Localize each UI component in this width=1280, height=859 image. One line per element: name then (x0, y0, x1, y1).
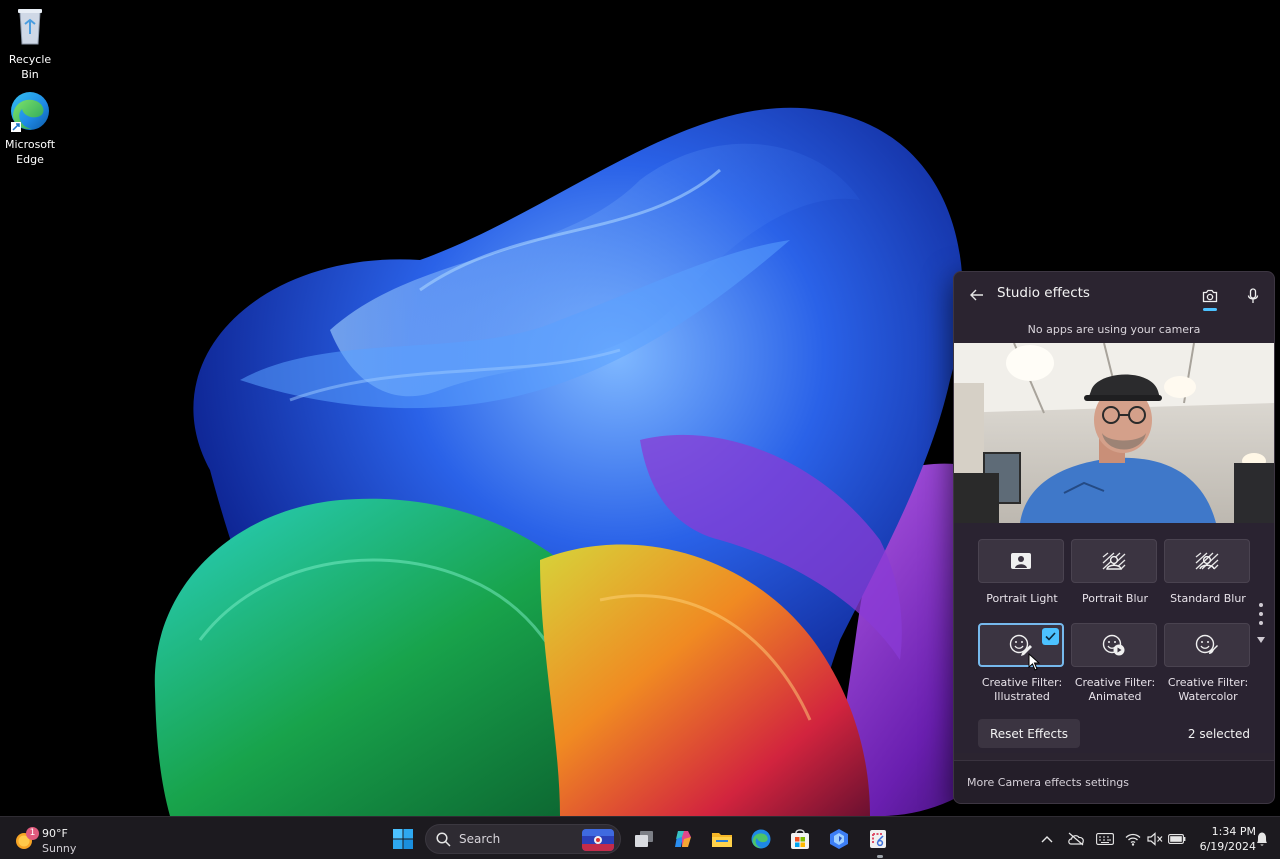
input-indicator-button[interactable] (1095, 829, 1115, 849)
snipping-tool-icon (870, 830, 886, 848)
tab-camera[interactable] (1197, 283, 1223, 309)
effect-label: Creative Filter: Watercolor (1167, 676, 1249, 703)
start-icon (393, 829, 413, 849)
reset-effects-button[interactable]: Reset Effects (978, 719, 1080, 748)
taskbar: 1 90°F Sunny Search 1:34 PM 6/19/2024 (0, 816, 1280, 859)
store-icon (791, 829, 809, 849)
volume-muted-icon (1147, 832, 1163, 846)
microsoft-store-button[interactable] (784, 823, 816, 855)
running-app-indicator (877, 855, 883, 858)
effect-label: Portrait Light (986, 592, 1058, 605)
edge-icon (8, 89, 52, 133)
bing-icon (830, 829, 848, 849)
studio-effects-panel: Studio effects No apps are using your ca… (953, 271, 1275, 804)
weather-condition: Sunny (42, 842, 77, 855)
camera-icon (1202, 289, 1218, 303)
more-camera-settings-link[interactable]: More Camera effects settings (967, 776, 1129, 789)
selected-count-text: 2 selected (1187, 727, 1250, 741)
chevron-up-icon (1041, 836, 1053, 843)
effect-tile[interactable] (978, 539, 1064, 583)
active-tab-indicator (1203, 308, 1217, 311)
tab-microphone[interactable] (1240, 283, 1266, 309)
battery-icon (1168, 834, 1186, 844)
effect-label: Creative Filter: Illustrated (981, 676, 1063, 703)
watercolor-filter-icon (1195, 634, 1218, 654)
search-icon (436, 832, 451, 847)
volume-button[interactable] (1145, 829, 1165, 849)
notifications-button[interactable] (1252, 829, 1272, 849)
panel-footer: More Camera effects settings (954, 760, 1274, 803)
bing-button[interactable] (823, 823, 855, 855)
taskbar-clock[interactable]: 1:34 PM 6/19/2024 (1190, 824, 1256, 854)
scroll-down-arrow-icon[interactable] (1256, 629, 1266, 643)
weather-temperature: 90°F (42, 827, 68, 840)
wifi-icon (1125, 833, 1141, 846)
microphone-icon (1247, 288, 1259, 303)
weather-alert-badge: 1 (26, 827, 39, 840)
copilot-button[interactable] (667, 823, 699, 855)
portrait-light-icon (1011, 553, 1031, 569)
effect-label: Portrait Blur (1081, 592, 1149, 605)
effect-creative-filter-watercolor[interactable]: Creative Filter: Watercolor (1164, 623, 1252, 704)
keyboard-icon (1096, 833, 1114, 845)
onedrive-tray-button[interactable] (1066, 829, 1086, 849)
camera-status-text: No apps are using your camera (1027, 323, 1201, 336)
effect-portrait-blur[interactable]: Portrait Blur (1071, 539, 1159, 606)
clock-date: 6/19/2024 (1199, 840, 1256, 853)
effect-creative-filter-animated[interactable]: Creative Filter: Animated (1071, 623, 1159, 704)
portrait-blur-icon (1102, 552, 1126, 570)
network-button[interactable] (1123, 829, 1143, 849)
effect-standard-blur[interactable]: Standard Blur (1164, 539, 1252, 606)
effect-tile[interactable] (1071, 539, 1157, 583)
effect-label: Creative Filter: Animated (1074, 676, 1156, 703)
start-button[interactable] (387, 823, 419, 855)
selected-check-icon (1042, 628, 1059, 645)
bell-icon (1257, 832, 1267, 846)
back-button[interactable] (966, 284, 988, 306)
animated-filter-icon (1102, 634, 1125, 656)
back-arrow-icon (970, 289, 983, 301)
camera-preview-image (954, 343, 1274, 523)
standard-blur-icon (1195, 552, 1219, 570)
search-placeholder: Search (459, 832, 501, 846)
onedrive-icon (1068, 832, 1084, 846)
scroll-indicator[interactable] (1256, 603, 1266, 630)
show-hidden-icons-button[interactable] (1037, 829, 1057, 849)
desktop-icon-recycle-bin[interactable]: Recycle Bin (0, 4, 60, 82)
weather-widget[interactable]: 1 90°F Sunny (12, 823, 122, 855)
edge-icon (751, 829, 771, 849)
battery-button[interactable] (1167, 829, 1187, 849)
taskbar-search[interactable]: Search (425, 824, 621, 854)
effect-creative-filter-illustrated[interactable]: Creative Filter: Illustrated (978, 623, 1066, 704)
panel-header: Studio effects (954, 272, 1274, 318)
file-explorer-icon (712, 833, 732, 847)
copilot-icon (675, 831, 691, 847)
recycle-bin-icon (8, 4, 52, 48)
effect-tile[interactable] (1164, 539, 1250, 583)
desktop-icon-microsoft-edge[interactable]: Microsoft Edge (0, 89, 60, 167)
panel-title: Studio effects (997, 285, 1090, 301)
effect-tile[interactable] (1164, 623, 1250, 667)
taskbar-edge-button[interactable] (745, 823, 777, 855)
task-view-icon (635, 831, 653, 847)
desktop-icon-label: Microsoft Edge (4, 138, 56, 166)
task-view-button[interactable] (628, 823, 660, 855)
desktop-icon-label: Recycle Bin (8, 53, 52, 81)
effect-tile[interactable] (1071, 623, 1157, 667)
file-explorer-button[interactable] (706, 823, 738, 855)
mouse-cursor-icon (1028, 653, 1040, 671)
camera-preview (954, 343, 1274, 523)
search-highlight-image (582, 829, 614, 851)
effect-label: Standard Blur (1170, 592, 1246, 605)
effect-tile-selected[interactable] (978, 623, 1064, 671)
effect-portrait-light[interactable]: Portrait Light (978, 539, 1066, 606)
snipping-tool-button[interactable] (862, 823, 894, 855)
clock-time: 1:34 PM (1211, 825, 1256, 838)
